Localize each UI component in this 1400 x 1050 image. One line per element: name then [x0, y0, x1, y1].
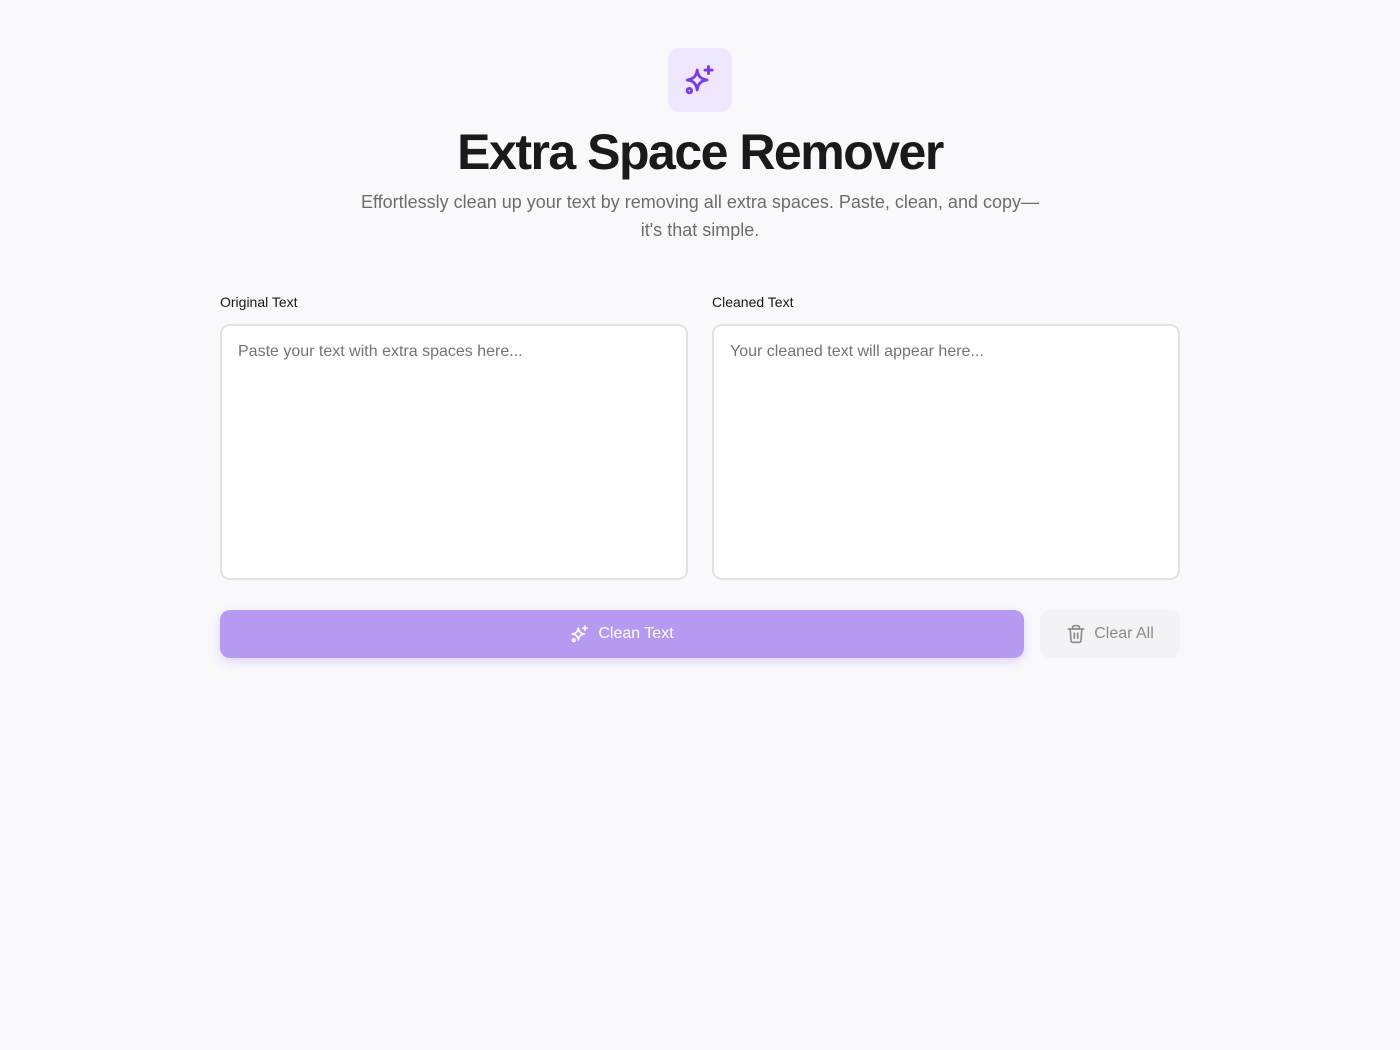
cleaned-text-label: Cleaned Text — [712, 294, 794, 310]
clear-all-button[interactable]: Clear All — [1040, 610, 1180, 658]
page-subtitle: Effortlessly clean up your text by remov… — [360, 192, 1039, 240]
sparkles-icon — [571, 625, 589, 643]
original-text-label: Original Text — [220, 294, 298, 310]
original-text-input[interactable] — [220, 324, 688, 580]
clean-text-button-label: Clean Text — [598, 625, 674, 642]
trash-icon — [1067, 624, 1085, 644]
sparkles-icon — [685, 65, 714, 95]
logo-tile — [668, 48, 732, 112]
page-title: Extra Space Remover — [457, 124, 944, 180]
clear-all-button-label: Clear All — [1094, 625, 1154, 642]
cleaned-text-output[interactable] — [712, 324, 1180, 580]
page: Extra Space Remover Effortlessly clean u… — [0, 0, 1400, 1050]
clean-text-button[interactable]: Clean Text — [220, 610, 1024, 658]
